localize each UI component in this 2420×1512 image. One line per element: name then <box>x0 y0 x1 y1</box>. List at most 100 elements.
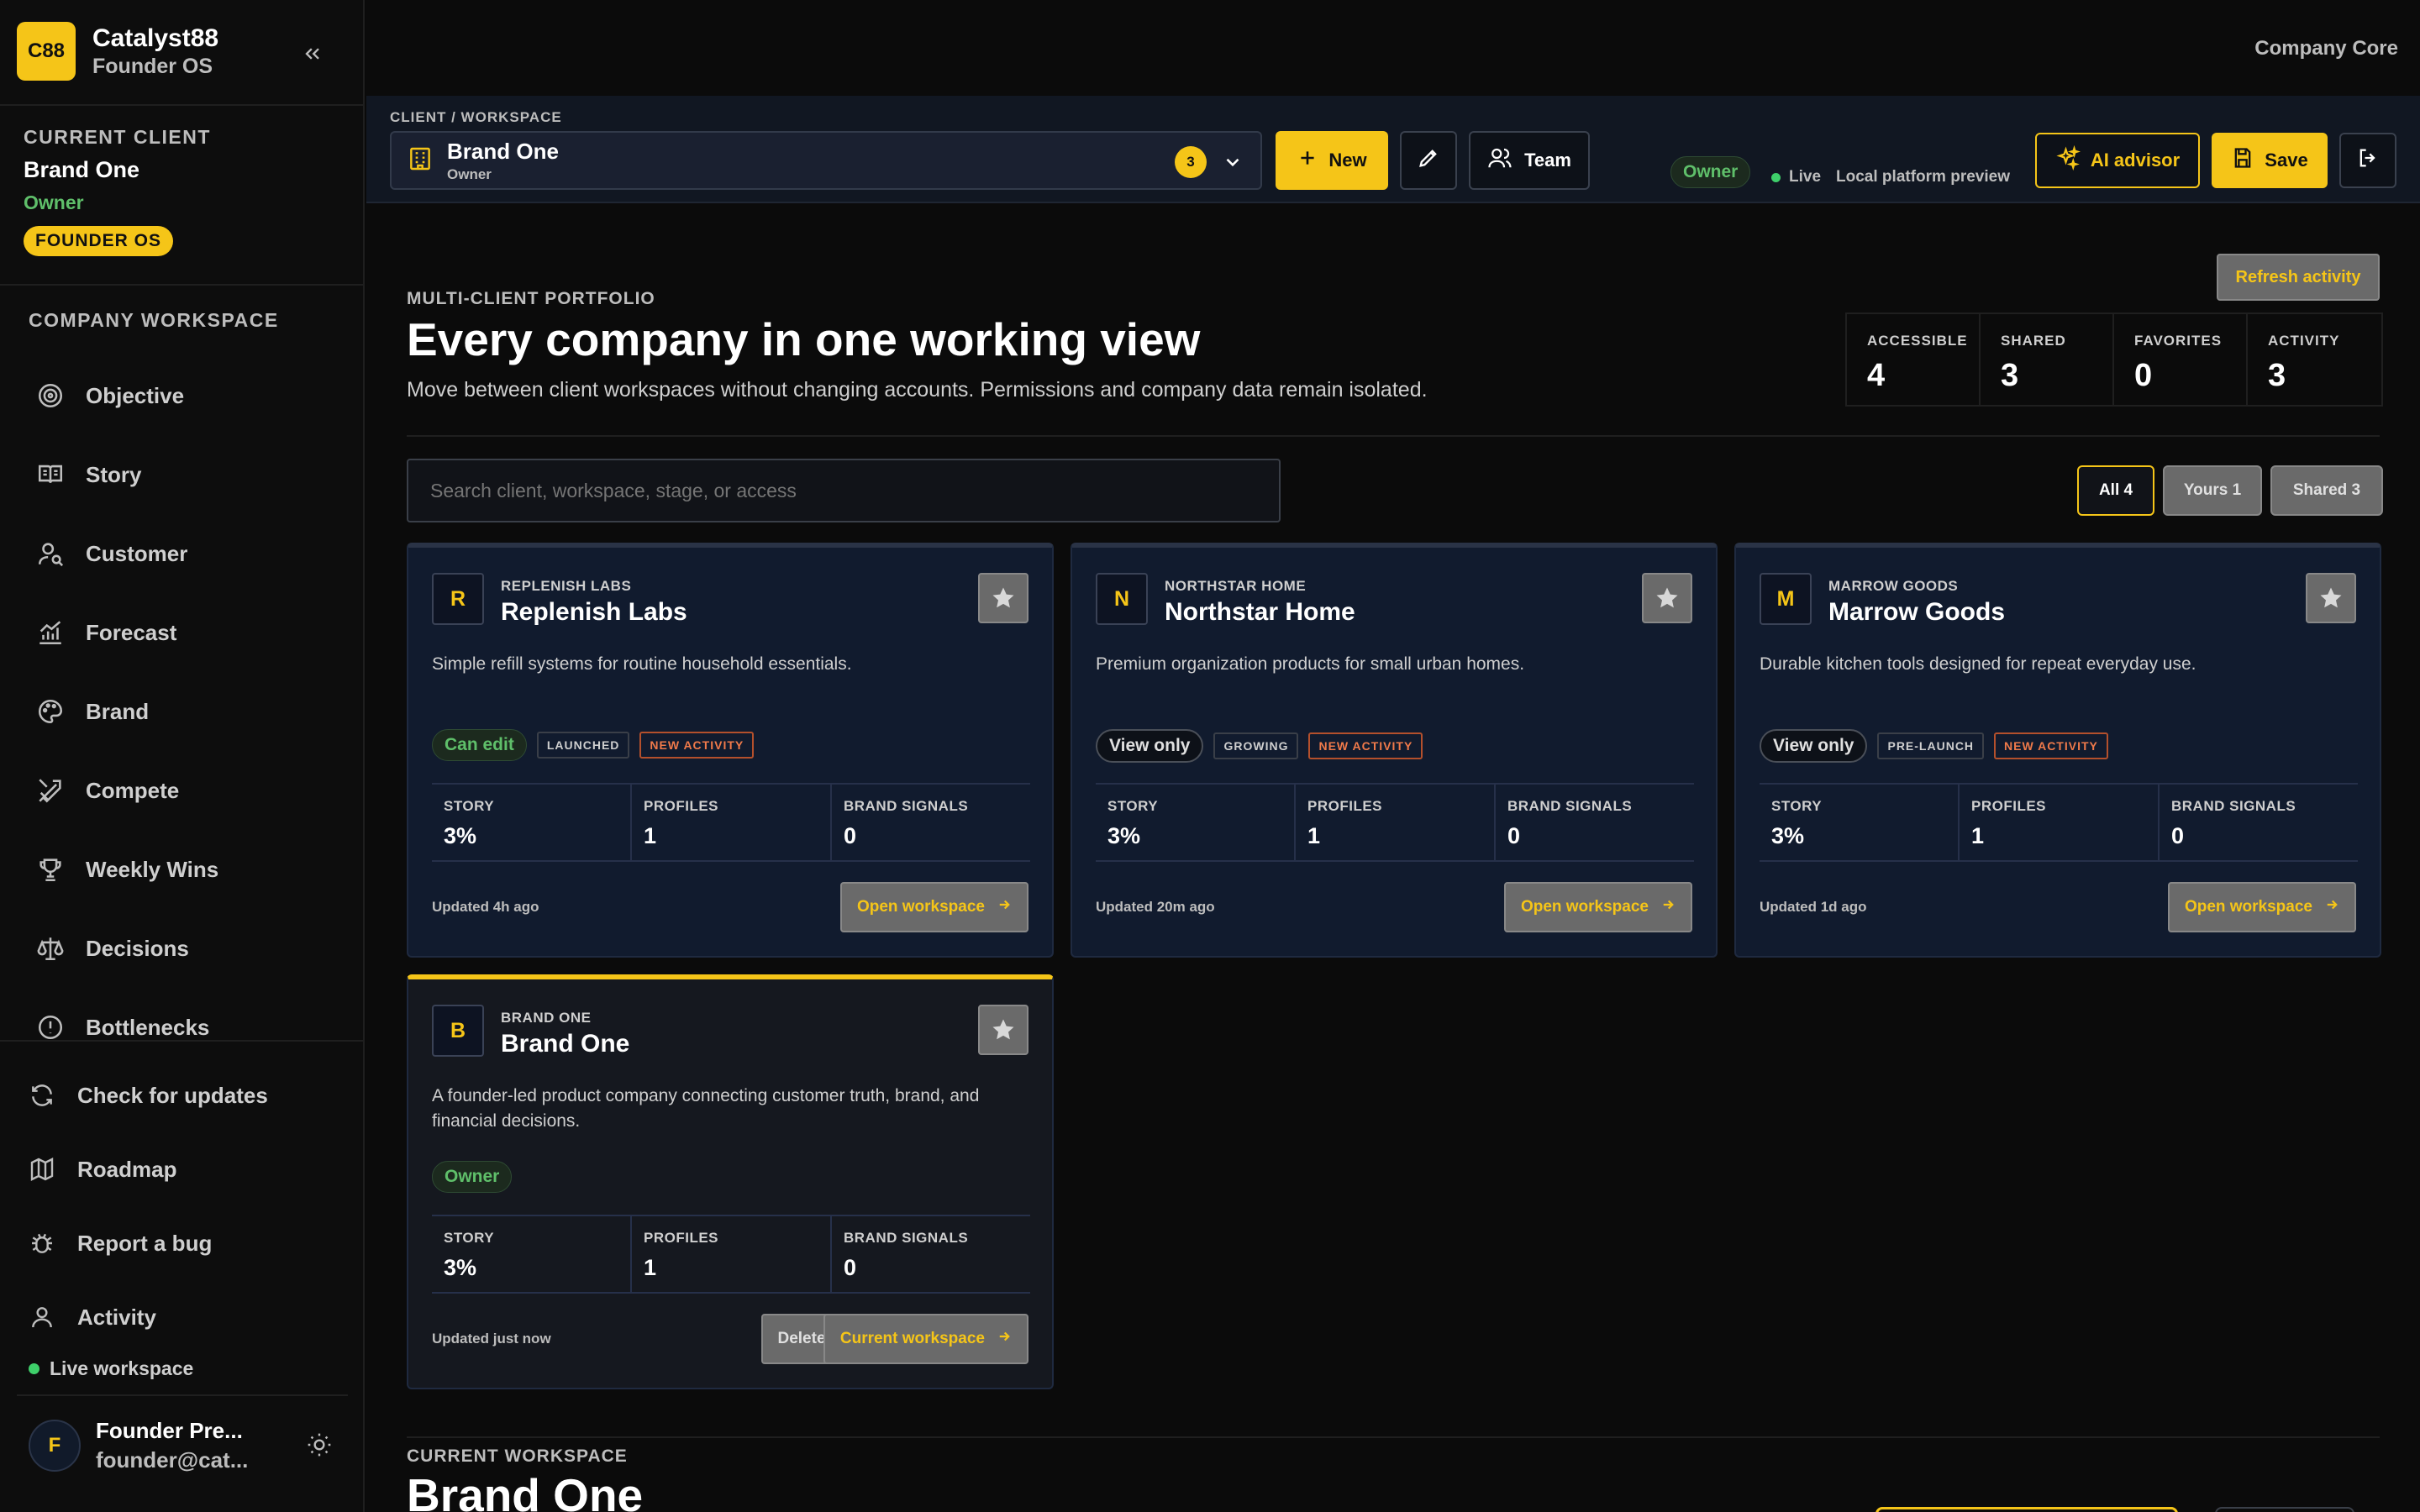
app-name: Catalyst88 <box>92 24 219 52</box>
sidebar-item-objective[interactable]: Objective <box>34 356 336 435</box>
search-input[interactable] <box>407 459 1281 522</box>
live-workspace-label: Live workspace <box>50 1357 194 1379</box>
sidebar-item-decisions[interactable]: Decisions <box>34 909 336 988</box>
chart-icon <box>34 616 67 649</box>
ai-advisor-label: AI advisor <box>2090 150 2181 171</box>
portfolio-stats: ACCESSIBLE 4 SHARED 3 FAVORITES 0 ACTIVI… <box>1845 312 2383 407</box>
metric-value: 3% <box>1771 823 1805 848</box>
stage-tag: GROWING <box>1213 732 1299 759</box>
filter-all[interactable]: All 4 <box>2077 465 2154 516</box>
bug-icon <box>25 1226 59 1260</box>
favorite-star-icon[interactable] <box>2306 573 2356 623</box>
card-metrics: STORY 3% PROFILES 1 BRAND SIGNALS 0 <box>1096 783 1694 862</box>
founder-os-badge: FOUNDER OS <box>24 226 174 256</box>
current-client: CURRENT CLIENT Brand One Owner FOUNDER O… <box>24 126 211 256</box>
filter-shared[interactable]: Shared 3 <box>2270 465 2383 516</box>
new-button[interactable]: New <box>1276 131 1388 190</box>
client-card[interactable]: M MARROW GOODS Marrow Goods Durable kitc… <box>1734 543 2381 958</box>
current-workspace-secondary-button[interactable] <box>2215 1507 2354 1512</box>
open-workspace-button[interactable]: Open workspace <box>1503 882 1692 932</box>
live-dot-icon <box>29 1363 39 1374</box>
favorite-star-icon[interactable] <box>978 1005 1028 1055</box>
util-label: Report a bug <box>77 1230 213 1256</box>
team-button[interactable]: Team <box>1469 131 1590 190</box>
user-icon <box>25 1300 59 1334</box>
open-workspace-button[interactable]: Open workspace <box>2167 882 2356 932</box>
metric-value: 3% <box>444 1255 477 1280</box>
card-badges: View only GROWING NEW ACTIVITY <box>1096 729 1423 763</box>
sidebar-item-compete[interactable]: Compete <box>34 751 336 830</box>
client-kicker: MARROW GOODS <box>1828 578 1959 594</box>
client-description: Premium organization products for small … <box>1096 654 1525 674</box>
sidebar-nav: Objective Story Customer Forecast Brand … <box>34 356 336 1067</box>
client-card-current[interactable]: B BRAND ONE Brand One A founder-led prod… <box>407 974 1054 1389</box>
favorite-star-icon[interactable] <box>1642 573 1692 623</box>
favorite-star-icon[interactable] <box>978 573 1028 623</box>
client-kicker: REPLENISH LABS <box>501 578 632 594</box>
open-workspace-button[interactable]: Open workspace <box>839 882 1028 932</box>
card-metrics: STORY 3% PROFILES 1 BRAND SIGNALS 0 <box>432 1215 1030 1294</box>
map-icon <box>25 1152 59 1186</box>
open-workspace-label: Open workspace <box>1520 898 1649 916</box>
client-title: Replenish Labs <box>501 598 687 626</box>
stat-value: 3 <box>2268 358 2286 393</box>
sidebar-item-story[interactable]: Story <box>34 435 336 514</box>
report-bug-link[interactable]: Report a bug <box>25 1206 268 1280</box>
client-card[interactable]: R REPLENISH LABS Replenish Labs Simple r… <box>407 543 1054 958</box>
arrow-right-icon <box>2324 897 2339 917</box>
stat-value: 0 <box>2134 358 2153 393</box>
avatar: F <box>29 1420 81 1472</box>
collapse-sidebar-icon[interactable] <box>296 37 329 71</box>
divider <box>0 104 365 106</box>
current-workspace-primary-button[interactable] <box>1876 1507 2178 1512</box>
refresh-activity-button[interactable]: Refresh activity <box>2217 254 2380 301</box>
stat-activity: ACTIVITY 3 <box>2248 314 2381 405</box>
ai-advisor-button[interactable]: AI advisor <box>2035 133 2200 188</box>
sidebar-item-bottlenecks[interactable]: Bottlenecks <box>34 988 336 1067</box>
exit-button[interactable] <box>2339 133 2396 188</box>
metric-label: STORY <box>444 1230 495 1246</box>
user-profile[interactable]: F Founder Pre... founder@cat... <box>29 1418 348 1473</box>
target-icon <box>34 379 67 412</box>
roadmap-link[interactable]: Roadmap <box>25 1132 268 1206</box>
check-updates-link[interactable]: Check for updates <box>25 1058 268 1132</box>
current-workspace-button[interactable]: Current workspace <box>823 1314 1028 1364</box>
metric-brand-signals: BRAND SIGNALS 0 <box>832 1216 1030 1292</box>
sidebar-item-forecast[interactable]: Forecast <box>34 593 336 672</box>
client-title: Northstar Home <box>1165 598 1355 626</box>
metric-story: STORY 3% <box>1096 785 1296 860</box>
metric-label: PROFILES <box>644 798 719 814</box>
user-name: Founder Pre... <box>96 1418 243 1443</box>
app-logo: C88 <box>17 22 76 81</box>
building-icon <box>407 145 434 176</box>
sidebar-item-label: Objective <box>86 382 185 408</box>
metric-story: STORY 3% <box>432 1216 632 1292</box>
client-workspace-select[interactable]: Brand One Owner 3 <box>390 131 1262 190</box>
main-content: Refresh activity MULTI-CLIENT PORTFOLIO … <box>366 203 2420 1512</box>
client-mark: B <box>432 1005 484 1057</box>
theme-toggle-sun-icon[interactable] <box>306 1431 333 1462</box>
divider <box>17 1394 348 1396</box>
trophy-icon <box>34 853 67 886</box>
metric-value: 1 <box>1307 823 1321 848</box>
sidebar-item-brand[interactable]: Brand <box>34 672 336 751</box>
metric-label: STORY <box>1107 798 1159 814</box>
metric-label: BRAND SIGNALS <box>844 798 969 814</box>
save-button[interactable]: Save <box>2212 133 2328 188</box>
edit-button[interactable] <box>1400 131 1457 190</box>
page-title: Every company in one working view <box>407 313 1201 365</box>
access-badge: Owner <box>432 1161 513 1193</box>
access-badge: View only <box>1760 729 1868 763</box>
sidebar-item-weekly-wins[interactable]: Weekly Wins <box>34 830 336 909</box>
client-card[interactable]: N NORTHSTAR HOME Northstar Home Premium … <box>1071 543 1718 958</box>
filter-yours[interactable]: Yours 1 <box>2163 465 2262 516</box>
activity-link[interactable]: Activity <box>25 1280 268 1354</box>
new-button-label: New <box>1328 150 1367 171</box>
util-label: Activity <box>77 1304 156 1330</box>
stat-label: FAVORITES <box>2134 333 2223 349</box>
logout-icon <box>2356 146 2380 175</box>
metric-brand-signals: BRAND SIGNALS 0 <box>2160 785 2358 860</box>
sidebar-item-customer[interactable]: Customer <box>34 514 336 593</box>
metric-profiles: PROFILES 1 <box>1296 785 1496 860</box>
page-subtitle: Move between client workspaces without c… <box>407 378 1428 402</box>
